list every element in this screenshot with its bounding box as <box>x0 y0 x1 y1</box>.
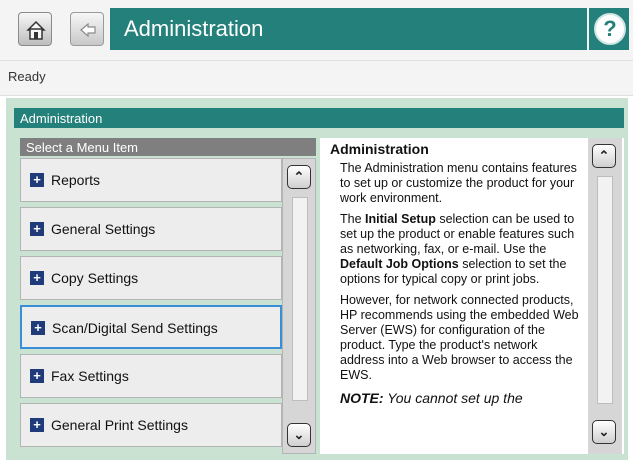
help-icon: ? <box>594 13 626 45</box>
scroll-up-button[interactable]: ⌃ <box>287 165 311 189</box>
menu-item-fax-settings[interactable]: + Fax Settings <box>20 354 282 398</box>
menu-item-copy-settings[interactable]: + Copy Settings <box>20 256 282 300</box>
panel-title: Administration <box>20 111 103 126</box>
help-button[interactable]: ? <box>589 8 629 50</box>
back-button[interactable] <box>70 12 104 46</box>
menu-item-scan-digital-send-settings[interactable]: + Scan/Digital Send Settings <box>20 305 282 349</box>
help-scroll-down-button[interactable]: ⌄ <box>592 420 616 444</box>
help-panel: Administration The Administration menu c… <box>320 138 624 454</box>
title-bar: Administration <box>110 8 587 50</box>
administration-panel: Administration Select a Menu Item + Repo… <box>6 98 628 460</box>
menu-scrollbar[interactable]: ⌃ ⌄ <box>282 158 316 454</box>
chevron-down-icon: ⌄ <box>598 424 610 439</box>
home-button[interactable] <box>18 12 52 46</box>
list-header-text: Select a Menu Item <box>26 140 138 155</box>
header-bar: Administration ? <box>0 0 633 60</box>
menu-item-general-print-settings[interactable]: + General Print Settings <box>20 403 282 447</box>
home-icon <box>26 20 46 40</box>
menu-item-label: Fax Settings <box>51 368 129 384</box>
list-header: Select a Menu Item <box>20 138 316 156</box>
plus-icon: + <box>30 418 44 432</box>
plus-icon: + <box>31 321 45 335</box>
scroll-track[interactable] <box>292 197 308 401</box>
menu-item-label: Reports <box>51 172 101 188</box>
help-scrollbar[interactable]: ⌃ ⌄ <box>588 138 622 454</box>
plus-icon: + <box>30 222 44 236</box>
plus-icon: + <box>30 173 44 187</box>
help-paragraph: The Initial Setup selection can be used … <box>340 212 575 286</box>
help-paragraph: The Administration menu contains feature… <box>340 161 577 205</box>
plus-icon: + <box>30 271 44 285</box>
help-scroll-track[interactable] <box>597 176 613 404</box>
menu-item-label: General Settings <box>51 221 156 237</box>
status-bar: Ready <box>0 60 633 96</box>
page-title: Administration <box>124 16 264 41</box>
menu-item-label: Scan/Digital Send Settings <box>52 320 218 336</box>
panel-header: Administration <box>14 108 624 128</box>
plus-icon: + <box>30 369 44 383</box>
menu-item-general-settings[interactable]: + General Settings <box>20 207 282 251</box>
back-arrow-icon <box>80 22 96 38</box>
status-text: Ready <box>8 69 46 84</box>
help-title: Administration <box>330 142 429 157</box>
menu-item-reports[interactable]: + Reports <box>20 158 282 202</box>
help-scroll-up-button[interactable]: ⌃ <box>592 144 616 168</box>
help-note: NOTE: You cannot set up the <box>340 390 523 406</box>
help-content: Administration The Administration menu c… <box>330 142 582 450</box>
help-paragraph: However, for network connected products,… <box>340 293 579 382</box>
chevron-up-icon: ⌃ <box>293 169 305 184</box>
chevron-up-icon: ⌃ <box>598 148 610 163</box>
scroll-down-button[interactable]: ⌄ <box>287 423 311 447</box>
chevron-down-icon: ⌄ <box>293 427 305 442</box>
menu-item-label: Copy Settings <box>51 270 139 286</box>
menu-item-label: General Print Settings <box>51 417 188 433</box>
